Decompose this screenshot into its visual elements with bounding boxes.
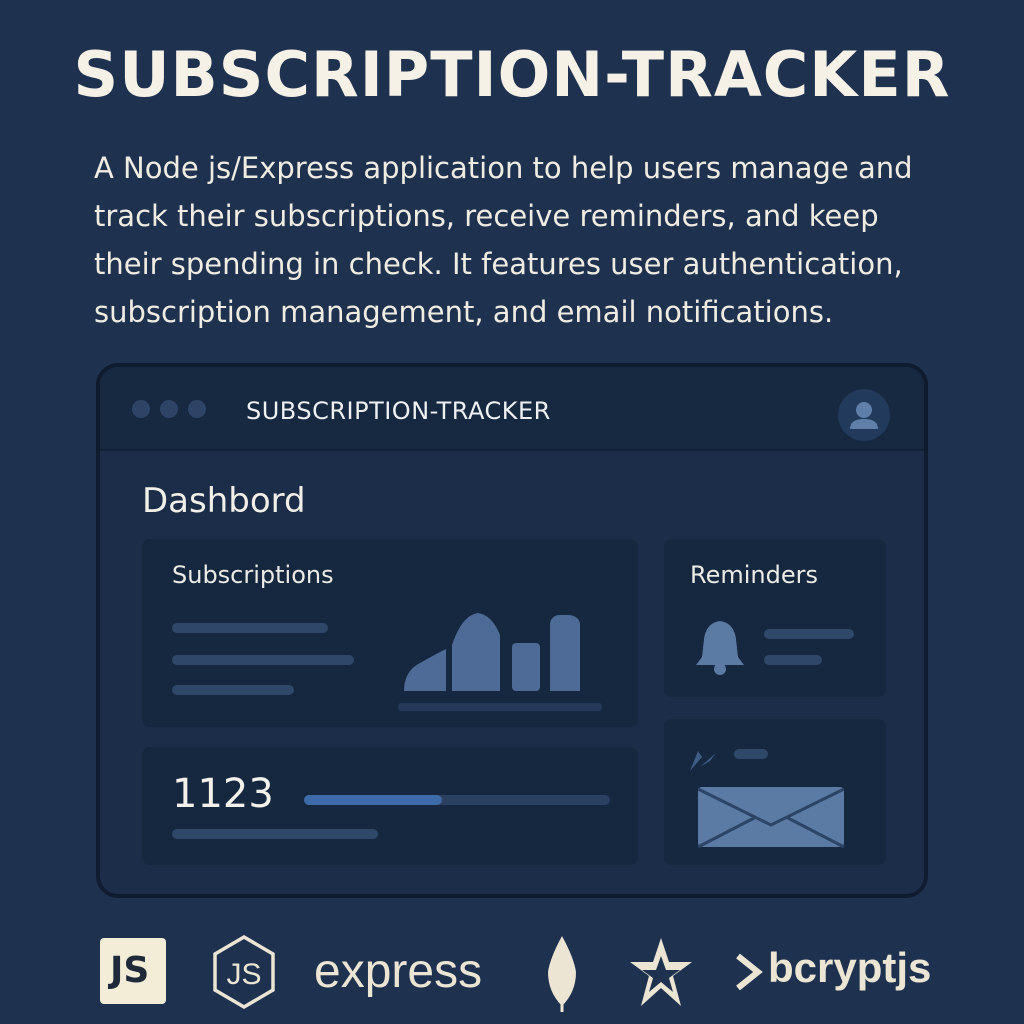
email-card[interactable] [664, 719, 886, 865]
progress-track [304, 795, 610, 805]
placeholder-line [172, 623, 328, 633]
placeholder-line [172, 655, 354, 665]
bell-icon [696, 621, 744, 675]
subscriptions-label: Subscriptions [172, 561, 334, 589]
dashboard-heading: Dashbord [142, 481, 306, 521]
page-title: SUBSCRIPTION-TRACKER [73, 38, 951, 111]
window-header: SUBSCRIPTION-TRACKER [100, 367, 924, 451]
placeholder-line [764, 629, 854, 639]
svg-text:JS: JS [226, 958, 261, 991]
project-description: A Node js/Express application to help us… [94, 151, 913, 329]
window-dot-icon [132, 400, 150, 418]
javascript-logo-text: JS [110, 950, 150, 991]
subscriptions-card[interactable]: Subscriptions [142, 539, 638, 727]
placeholder-line [172, 829, 378, 839]
placeholder-line [172, 685, 294, 695]
bcryptjs-logo-icon [736, 953, 763, 991]
progress-fill [304, 795, 442, 805]
mongodb-logo [548, 936, 576, 1012]
nodejs-logo: JS [213, 934, 275, 1010]
javascript-logo: JS [100, 938, 166, 1004]
arcjet-logo [630, 938, 692, 1006]
user-icon[interactable] [838, 389, 890, 441]
window-dot-icon [188, 400, 206, 418]
spark-icon [690, 751, 716, 771]
tech-logos: JS JS express bcryptjs [0, 930, 1024, 1020]
window-title: SUBSCRIPTION-TRACKER [246, 397, 551, 425]
window-dot-icon [160, 400, 178, 418]
envelope-icon [697, 787, 845, 849]
bcryptjs-logo: bcryptjs [768, 944, 932, 991]
placeholder-line [764, 655, 822, 665]
placeholder-line [734, 749, 768, 759]
count-card[interactable]: 1123 [142, 747, 638, 865]
subscription-count: 1123 [172, 771, 274, 817]
app-window-mockup: SUBSCRIPTION-TRACKER Dashbord Subscripti… [96, 363, 928, 898]
express-logo: express [314, 945, 483, 998]
reminders-label: Reminders [690, 561, 818, 589]
subscriptions-chart-icon [398, 613, 602, 711]
reminders-card[interactable]: Reminders [664, 539, 886, 697]
